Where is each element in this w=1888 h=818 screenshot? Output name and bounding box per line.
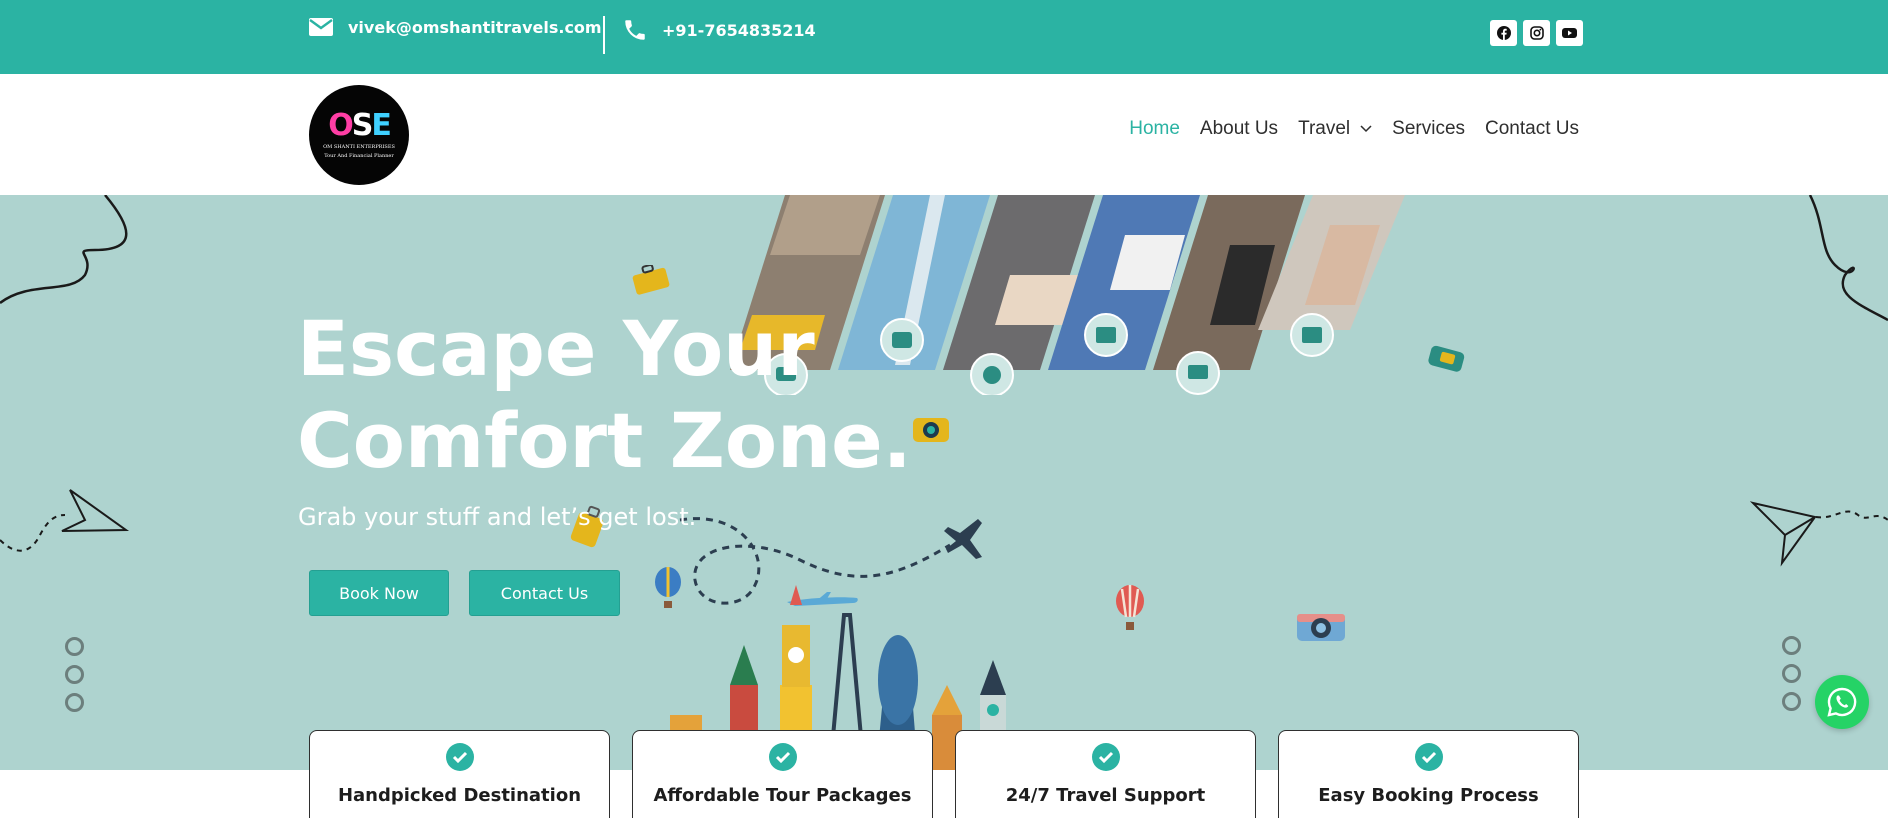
backpack-icon bbox=[1428, 345, 1465, 372]
top-contact-bar: vivek@omshantitravels.com +91-7654835214 bbox=[0, 0, 1888, 74]
logo-company-name: OM SHANTI ENTERPRISES bbox=[323, 144, 395, 150]
contact-us-button[interactable]: Contact Us bbox=[469, 570, 620, 616]
whatsapp-chat-button[interactable] bbox=[1815, 675, 1869, 729]
check-icon bbox=[768, 743, 797, 771]
feature-title: Affordable Tour Packages bbox=[653, 785, 912, 806]
nav-services[interactable]: Services bbox=[1392, 118, 1465, 140]
slider-dot[interactable] bbox=[1782, 664, 1801, 683]
instagram-link[interactable] bbox=[1523, 20, 1550, 46]
nav-contact[interactable]: Contact Us bbox=[1485, 118, 1579, 140]
slider-dots-left bbox=[65, 637, 84, 712]
social-links bbox=[1490, 20, 1583, 46]
feature-card: 24/7 Travel Support bbox=[955, 730, 1256, 818]
email-text[interactable]: vivek@omshantitravels.com bbox=[348, 18, 602, 37]
feature-title: Easy Booking Process bbox=[1318, 785, 1539, 806]
email-contact[interactable]: vivek@omshantitravels.com bbox=[308, 17, 602, 37]
camera-icon bbox=[913, 418, 949, 442]
nav-travel-dropdown[interactable]: Travel bbox=[1298, 118, 1372, 140]
youtube-link[interactable] bbox=[1556, 20, 1583, 46]
paper-plane-right-icon bbox=[1750, 501, 1888, 567]
retro-camera-icon bbox=[1297, 614, 1345, 641]
feature-card: Affordable Tour Packages bbox=[632, 730, 933, 818]
book-now-button[interactable]: Book Now bbox=[309, 570, 449, 616]
feature-title: 24/7 Travel Support bbox=[1005, 785, 1206, 806]
nav-home[interactable]: Home bbox=[1129, 118, 1180, 140]
squiggle-right-decoration bbox=[1808, 195, 1888, 322]
phone-contact[interactable]: +91-7654835214 bbox=[622, 17, 816, 43]
topbar-divider bbox=[603, 16, 605, 54]
hero-title: Escape Your Comfort Zone. bbox=[297, 304, 912, 485]
logo-tagline: Tour And Financial Planner bbox=[324, 153, 394, 159]
slider-dot[interactable] bbox=[65, 665, 84, 684]
phone-text[interactable]: +91-7654835214 bbox=[662, 21, 816, 40]
site-header: OSE OM SHANTI ENTERPRISES Tour And Finan… bbox=[0, 74, 1888, 195]
check-icon bbox=[445, 743, 474, 771]
slider-dot[interactable] bbox=[1782, 636, 1801, 655]
whatsapp-icon bbox=[1827, 687, 1857, 717]
logo-mark: OSE bbox=[328, 108, 392, 143]
hero-section: Escape Your Comfort Zone. Grab your stuf… bbox=[0, 195, 1888, 770]
chevron-down-icon bbox=[1360, 125, 1372, 133]
feature-card: Handpicked Destination bbox=[309, 730, 610, 818]
facebook-icon bbox=[1496, 26, 1511, 40]
youtube-icon bbox=[1562, 28, 1577, 38]
paper-plane-left-icon bbox=[0, 489, 130, 552]
nav-about[interactable]: About Us bbox=[1200, 118, 1278, 140]
slider-dot[interactable] bbox=[65, 637, 84, 656]
nav-travel[interactable]: Travel bbox=[1298, 118, 1350, 140]
envelope-icon bbox=[309, 18, 333, 36]
check-icon bbox=[1091, 743, 1120, 771]
feature-cards: Handpicked Destination Affordable Tour P… bbox=[309, 730, 1579, 818]
squiggle-left-decoration bbox=[0, 195, 128, 304]
facebook-link[interactable] bbox=[1490, 20, 1517, 46]
phone-icon bbox=[625, 20, 645, 40]
feature-title: Handpicked Destination bbox=[337, 785, 582, 806]
main-navigation: Home About Us Travel Services Contact Us bbox=[1129, 118, 1579, 140]
instagram-icon bbox=[1529, 26, 1544, 40]
slider-dot[interactable] bbox=[1782, 692, 1801, 711]
luggage-icon bbox=[632, 265, 670, 295]
slider-dots-right bbox=[1782, 636, 1801, 711]
check-icon bbox=[1414, 743, 1443, 771]
company-logo[interactable]: OSE OM SHANTI ENTERPRISES Tour And Finan… bbox=[309, 85, 409, 185]
feature-card: Easy Booking Process bbox=[1278, 730, 1579, 818]
slider-dot[interactable] bbox=[65, 693, 84, 712]
hero-subtitle: Grab your stuff and let’s get lost. bbox=[298, 503, 697, 531]
